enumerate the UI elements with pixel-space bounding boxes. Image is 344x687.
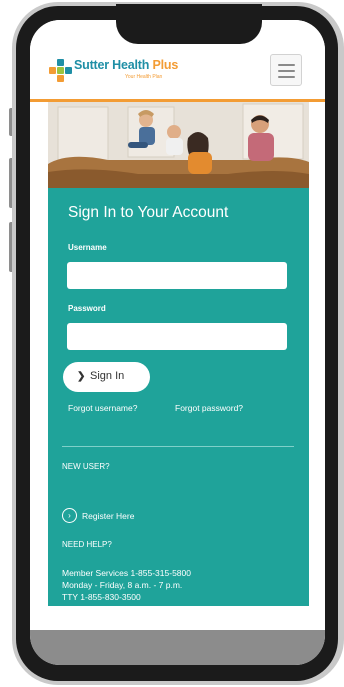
chevron-right-icon: ❯ (77, 371, 86, 382)
logo-wordmark[interactable]: Sutter Health Plus (74, 58, 178, 72)
sign-in-panel: Sign In to Your Account Username Passwor… (48, 188, 309, 606)
sutter-logo-icon[interactable] (49, 59, 72, 82)
forgot-password-link[interactable]: Forgot password? (175, 403, 243, 413)
username-input[interactable] (67, 262, 287, 289)
hamburger-menu-icon-line (278, 64, 295, 66)
hamburger-menu-icon-line (278, 76, 295, 78)
phone-notch (116, 4, 262, 44)
forgot-username-link[interactable]: Forgot username? (68, 403, 137, 413)
section-divider (62, 446, 294, 447)
logo-tagline: Your Health Plan (125, 74, 163, 80)
sign-in-button-label: Sign In (90, 370, 125, 382)
phone-mockup: Sutter Health Plus Your Health Plan Sign… (0, 0, 344, 687)
member-services-phone: Member Services 1-855-315-5800 (62, 568, 191, 578)
need-help-heading: NEED HELP? (62, 540, 112, 549)
tty-phone: TTY 1-855-830-3500 (62, 592, 141, 602)
password-label: Password (68, 304, 106, 313)
username-label: Username (68, 243, 107, 252)
chevron-right-circle-icon[interactable]: › (62, 508, 77, 523)
logo-brand-text: Sutter Health (74, 58, 150, 72)
hamburger-menu-button[interactable] (270, 54, 302, 86)
phone-screen: Sutter Health Plus Your Health Plan Sign… (30, 20, 325, 665)
hamburger-menu-icon-line (278, 70, 295, 72)
logo-plus-text: Plus (152, 58, 179, 72)
sign-in-button[interactable]: ❯ Sign In (63, 362, 150, 392)
hero-family-photo (48, 102, 309, 188)
footer-bar (30, 630, 325, 665)
register-here-link[interactable]: Register Here (82, 511, 134, 521)
member-services-hours: Monday - Friday, 8 a.m. - 7 p.m. (62, 580, 183, 590)
family-on-couch-illustration (48, 102, 309, 188)
password-input[interactable] (67, 323, 287, 350)
sign-in-heading: Sign In to Your Account (68, 204, 229, 221)
new-user-heading: NEW USER? (62, 462, 110, 471)
